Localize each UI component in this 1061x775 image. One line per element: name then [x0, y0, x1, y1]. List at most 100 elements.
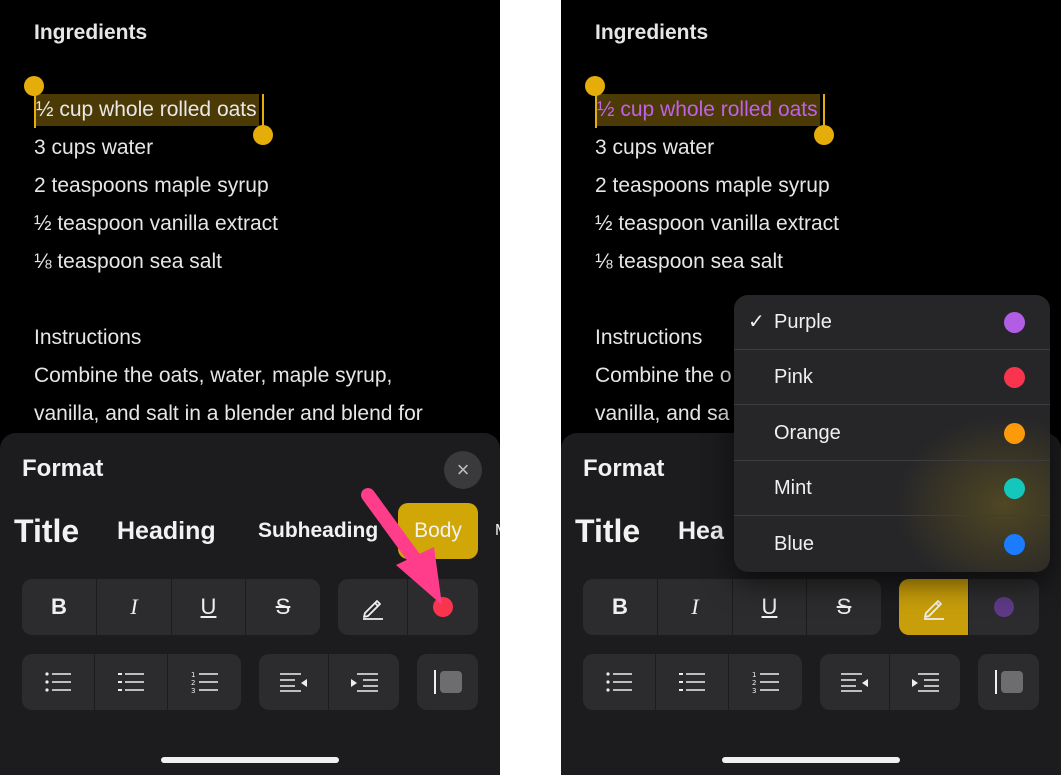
outdent-icon	[279, 673, 307, 692]
bullet-list-icon	[606, 672, 632, 692]
highlight-buttons	[899, 579, 1039, 635]
left-screenshot: Ingredients ½ cup whole rolled oats 3 cu…	[0, 0, 500, 775]
instructions-heading: Instructions	[595, 326, 703, 349]
svg-text:3: 3	[752, 687, 756, 694]
style-heading[interactable]: Heading	[117, 503, 216, 559]
bullet-list-icon	[45, 672, 71, 692]
italic-button[interactable]: I	[97, 579, 172, 635]
dashed-list-button[interactable]	[95, 654, 168, 710]
color-swatch	[1004, 423, 1025, 444]
outdent-icon	[840, 673, 868, 692]
menu-item-label: Orange	[774, 422, 841, 444]
selection-start-handle[interactable]	[24, 76, 44, 96]
format-title: Format	[583, 455, 665, 482]
ingredients-heading: Ingredients	[595, 21, 709, 44]
style-heading[interactable]: Hea	[678, 503, 724, 559]
color-swatch	[1004, 534, 1025, 555]
menu-item-orange[interactable]: Orange	[734, 406, 1050, 461]
ingredients-heading: Ingredients	[34, 21, 148, 44]
ingredient-line: 3 cups water	[595, 136, 715, 159]
selected-text[interactable]: ½ cup whole rolled oats	[34, 94, 259, 126]
dash-list-icon	[679, 673, 705, 691]
block-quote-button[interactable]	[417, 654, 478, 710]
outdent-button[interactable]	[820, 654, 890, 710]
menu-item-label: Blue	[774, 533, 815, 555]
instructions-line: vanilla, and salt in a blender and blend…	[34, 402, 423, 425]
list-buttons: 1 2 3	[22, 654, 241, 710]
numbered-list-icon: 1 2 3	[191, 671, 218, 694]
home-indicator[interactable]	[722, 757, 900, 763]
style-title[interactable]: Title	[575, 503, 640, 559]
selection-end-handle[interactable]	[253, 125, 273, 145]
menu-item-mint[interactable]: Mint	[734, 461, 1050, 516]
instructions-line: Combine the o	[595, 364, 732, 387]
ingredient-line: ½ teaspoon vanilla extract	[34, 212, 278, 235]
menu-item-label: Purple	[774, 311, 832, 333]
numbered-list-button[interactable]: 1 2 3	[168, 654, 241, 710]
selected-line: ½ cup whole rolled oats	[597, 98, 818, 121]
ingredient-line: ½ teaspoon vanilla extract	[595, 212, 839, 235]
ingredient-line: 2 teaspoons maple syrup	[595, 174, 830, 197]
instructions-line: vanilla, and sa	[595, 402, 730, 425]
selection-end-handle[interactable]	[814, 125, 834, 145]
bold-button[interactable]: B	[583, 579, 658, 635]
bulleted-list-button[interactable]	[22, 654, 95, 710]
svg-text:2: 2	[191, 679, 195, 687]
menu-item-blue[interactable]: Blue	[734, 517, 1050, 572]
indent-buttons	[820, 654, 960, 710]
numbered-list-icon: 1 2 3	[752, 671, 779, 694]
indent-button[interactable]	[890, 654, 960, 710]
numbered-list-button[interactable]: 1 2 3	[729, 654, 802, 710]
block-quote-icon	[994, 670, 1023, 694]
outdent-button[interactable]	[259, 654, 329, 710]
block-quote-group	[417, 654, 478, 710]
menu-item-label: Pink	[774, 366, 813, 388]
strikethrough-button[interactable]: S	[246, 579, 320, 635]
dashed-list-button[interactable]	[656, 654, 729, 710]
text-style-buttons: B I U S	[583, 579, 881, 635]
color-swatch	[1004, 478, 1025, 499]
block-quote-button[interactable]	[978, 654, 1039, 710]
svg-text:1: 1	[752, 671, 756, 679]
pencil-icon	[923, 600, 944, 620]
menu-item-pink[interactable]: Pink	[734, 350, 1050, 405]
highlight-button[interactable]	[899, 579, 969, 635]
ingredient-line: ⅛ teaspoon sea salt	[34, 250, 222, 273]
close-button[interactable]: ×	[444, 451, 482, 489]
indent-icon	[912, 673, 939, 692]
color-dot	[994, 597, 1014, 617]
block-quote-group	[978, 654, 1039, 710]
ingredient-line: 3 cups water	[34, 136, 154, 159]
block-quote-icon	[433, 670, 462, 694]
underline-button[interactable]: U	[172, 579, 246, 635]
italic-button[interactable]: I	[658, 579, 733, 635]
bulleted-list-button[interactable]	[583, 654, 656, 710]
style-monostyled[interactable]: M	[495, 503, 500, 559]
selected-text[interactable]: ½ cup whole rolled oats	[595, 94, 820, 126]
highlight-color-menu: ✓ Purple Pink Orange Mint Blue	[734, 295, 1050, 572]
svg-text:2: 2	[752, 679, 756, 687]
home-indicator[interactable]	[161, 757, 339, 763]
color-swatch	[1004, 367, 1025, 388]
color-swatch	[1004, 312, 1025, 333]
pink-arrow-annotation	[361, 488, 442, 605]
close-icon: ×	[456, 457, 470, 482]
list-buttons: 1 2 3	[583, 654, 802, 710]
menu-item-purple[interactable]: ✓ Purple	[734, 295, 1050, 350]
format-title: Format	[22, 455, 104, 482]
ingredient-line: ⅛ teaspoon sea salt	[595, 250, 783, 273]
right-screenshot: Ingredients ½ cup whole rolled oats 3 cu…	[561, 0, 1061, 775]
underline-button[interactable]: U	[733, 579, 807, 635]
selection-start-handle[interactable]	[585, 76, 605, 96]
bold-button[interactable]: B	[22, 579, 97, 635]
ingredient-line: 2 teaspoons maple syrup	[34, 174, 269, 197]
svg-text:3: 3	[191, 687, 195, 694]
highlight-color-button[interactable]	[969, 579, 1039, 635]
text-style-buttons: B I U S	[22, 579, 320, 635]
strikethrough-button[interactable]: S	[807, 579, 881, 635]
style-title[interactable]: Title	[14, 503, 79, 559]
indent-button[interactable]	[329, 654, 399, 710]
instructions-line: Combine the oats, water, maple syrup,	[34, 364, 393, 387]
indent-buttons	[259, 654, 399, 710]
checkmark-icon: ✓	[748, 311, 765, 333]
